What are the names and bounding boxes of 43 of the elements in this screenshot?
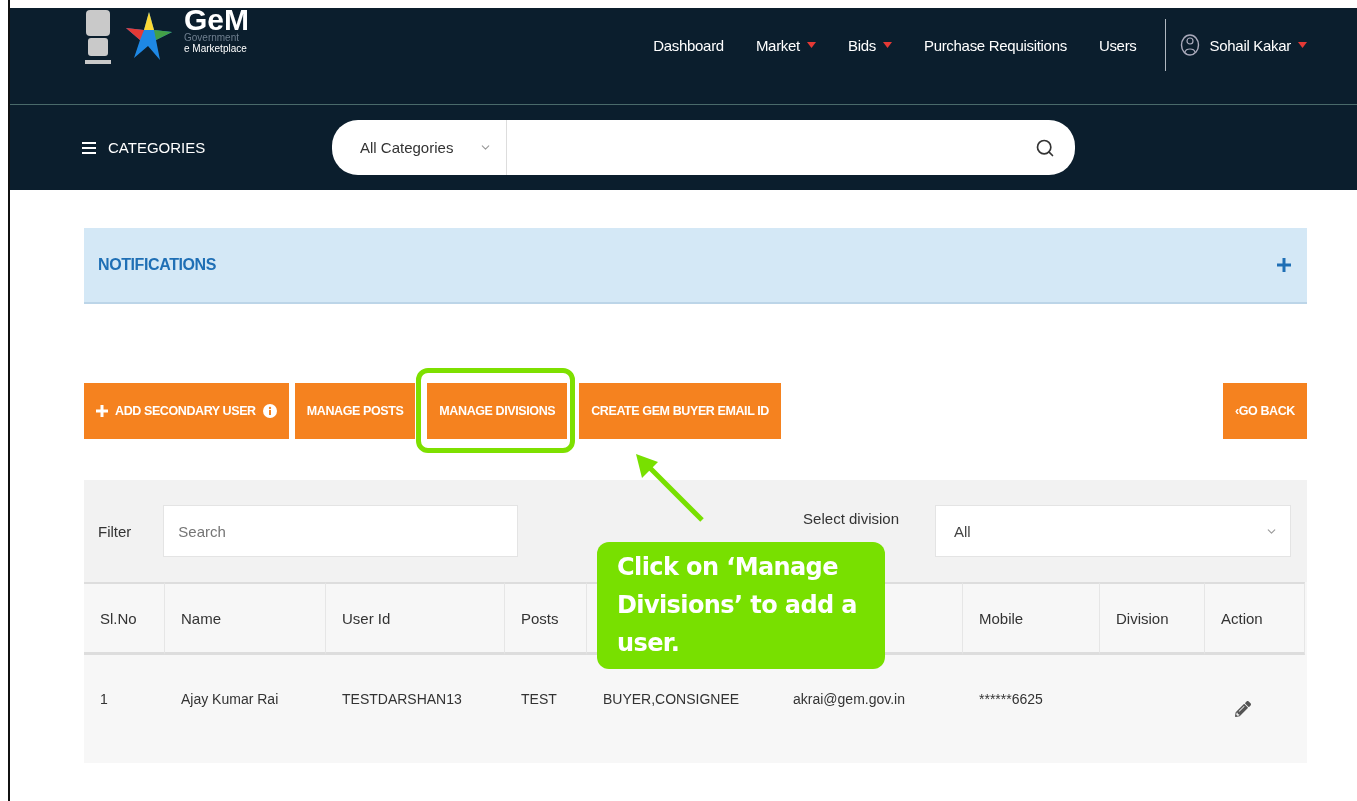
caret-icon [806, 42, 816, 48]
column-header: Action [1205, 582, 1305, 655]
info-icon [262, 404, 277, 418]
column-header: Name [165, 582, 326, 655]
categories-label: CATEGORIES [108, 139, 206, 156]
search-field[interactable]: Search [163, 505, 519, 557]
column-header: Mobile [963, 582, 1100, 655]
nav-link[interactable]: Bids [847, 36, 892, 54]
nav-link[interactable]: Users [1098, 36, 1137, 54]
column-header: User Id [326, 582, 505, 655]
table-cell-text: Ajay Kumar Rai [180, 690, 280, 709]
category-select[interactable]: All Categories [332, 120, 507, 175]
division-label: Select division [803, 509, 899, 527]
pencil-icon[interactable] [1235, 701, 1251, 717]
plus-icon [96, 405, 108, 417]
notifications-bar[interactable]: NOTIFICATIONS [84, 228, 1307, 304]
user-icon [1179, 34, 1200, 56]
notifications-title: NOTIFICATIONS [98, 256, 217, 274]
division-select[interactable]: All [935, 505, 1291, 557]
categories-menu[interactable]: CATEGORIES [82, 139, 332, 156]
table-cell-text: ******6625 [978, 690, 1044, 709]
table-cell-text: 1 [99, 690, 109, 709]
table-cell-text: BUYER,CONSIGNEE [602, 690, 741, 709]
nav-link[interactable]: Dashboard [653, 36, 724, 54]
nav-link[interactable]: Purchase Requisitions [923, 36, 1067, 54]
plus-icon [1277, 258, 1291, 272]
table-cell-text: TESTDARSHAN13 [341, 690, 463, 709]
callout-text: Click on ‘Manage Divisions’ to add a user. [597, 542, 885, 669]
filter-label: Filter [98, 522, 132, 540]
logo-name: GeM [184, 8, 249, 32]
column-header: Division [1100, 582, 1205, 655]
column-header: Sl.No [84, 582, 165, 655]
user-menu[interactable]: Sohail Kakar [1209, 36, 1307, 54]
table-cell-text: TEST [520, 690, 558, 709]
nav-link[interactable]: Market [755, 36, 816, 54]
logo-tagline: Government [184, 32, 241, 43]
caret-icon [882, 42, 892, 48]
column-header: Posts [505, 582, 587, 655]
caret-icon [1298, 42, 1307, 48]
menu-icon [82, 141, 96, 154]
search-icon[interactable] [1035, 137, 1055, 158]
table-cell-text: akrai@gem.gov.in [792, 690, 906, 709]
logo-tagline: e Marketplace [184, 43, 248, 54]
